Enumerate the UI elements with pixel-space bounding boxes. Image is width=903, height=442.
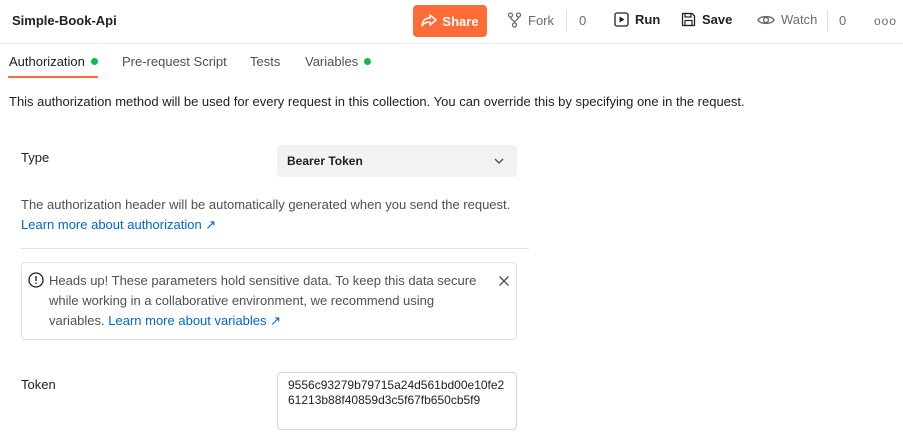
play-icon <box>614 12 629 27</box>
auth-header-text: The authorization header will be automat… <box>21 197 511 212</box>
watch-label: Watch <box>781 12 818 27</box>
chevron-down-icon <box>494 158 504 164</box>
tab-pre-request-script[interactable]: Pre-request Script <box>122 54 227 69</box>
save-label: Save <box>702 12 733 27</box>
run-button[interactable]: Run <box>614 12 660 27</box>
token-label: Token <box>21 377 56 392</box>
watch-count[interactable]: 0 <box>839 13 846 28</box>
learn-more-variables-link[interactable]: Learn more about variables ↗ <box>108 313 281 328</box>
tab-label: Authorization <box>9 54 85 69</box>
collection-title: Simple-Book-Api <box>12 13 117 28</box>
auth-type-value: Bearer Token <box>287 154 363 168</box>
run-label: Run <box>635 12 661 27</box>
token-input[interactable]: 9556c93279b79715a24d561bd00e10fe261213b8… <box>277 372 517 430</box>
eye-icon <box>757 15 775 24</box>
status-dot-icon <box>90 58 98 65</box>
active-tab-indicator <box>8 76 98 78</box>
warning-icon <box>28 272 44 288</box>
type-label: Type <box>21 150 50 165</box>
tab-label: Tests <box>250 54 281 69</box>
collection-header: Simple-Book-Api Share Fork 0 Run Save Wa… <box>0 0 903 44</box>
tab-bar: Authorization Pre-request Script Tests V… <box>0 45 903 78</box>
alert-message: Heads up! These parameters hold sensitiv… <box>49 271 489 331</box>
section-divider <box>21 248 529 249</box>
status-dot-icon <box>364 58 372 65</box>
save-icon <box>681 12 696 27</box>
tab-tests[interactable]: Tests <box>250 54 280 69</box>
share-label: Share <box>442 13 479 29</box>
fork-label: Fork <box>528 12 554 28</box>
tab-label: Pre-request Script <box>122 54 227 69</box>
more-options-icon[interactable]: ooo <box>874 14 897 28</box>
auth-type-select[interactable]: Bearer Token <box>277 145 517 177</box>
tab-label: Variables <box>305 54 359 69</box>
share-icon <box>421 14 438 27</box>
divider <box>827 10 828 32</box>
fork-icon <box>507 12 522 28</box>
learn-more-authorization-link[interactable]: Learn more about authorization ↗ <box>21 215 521 235</box>
close-icon[interactable] <box>498 275 510 287</box>
tab-variables[interactable]: Variables <box>305 54 372 69</box>
share-button[interactable]: Share <box>413 5 487 37</box>
watch-button[interactable]: Watch <box>757 12 817 27</box>
sensitive-data-alert: Heads up! These parameters hold sensitiv… <box>21 262 517 340</box>
auth-header-info: The authorization header will be automat… <box>21 195 521 235</box>
fork-button[interactable]: Fork <box>507 12 554 28</box>
auth-description: This authorization method will be used f… <box>9 94 745 109</box>
divider <box>566 10 567 32</box>
fork-count[interactable]: 0 <box>579 13 586 28</box>
tab-authorization[interactable]: Authorization <box>9 54 98 69</box>
save-button[interactable]: Save <box>681 12 732 27</box>
